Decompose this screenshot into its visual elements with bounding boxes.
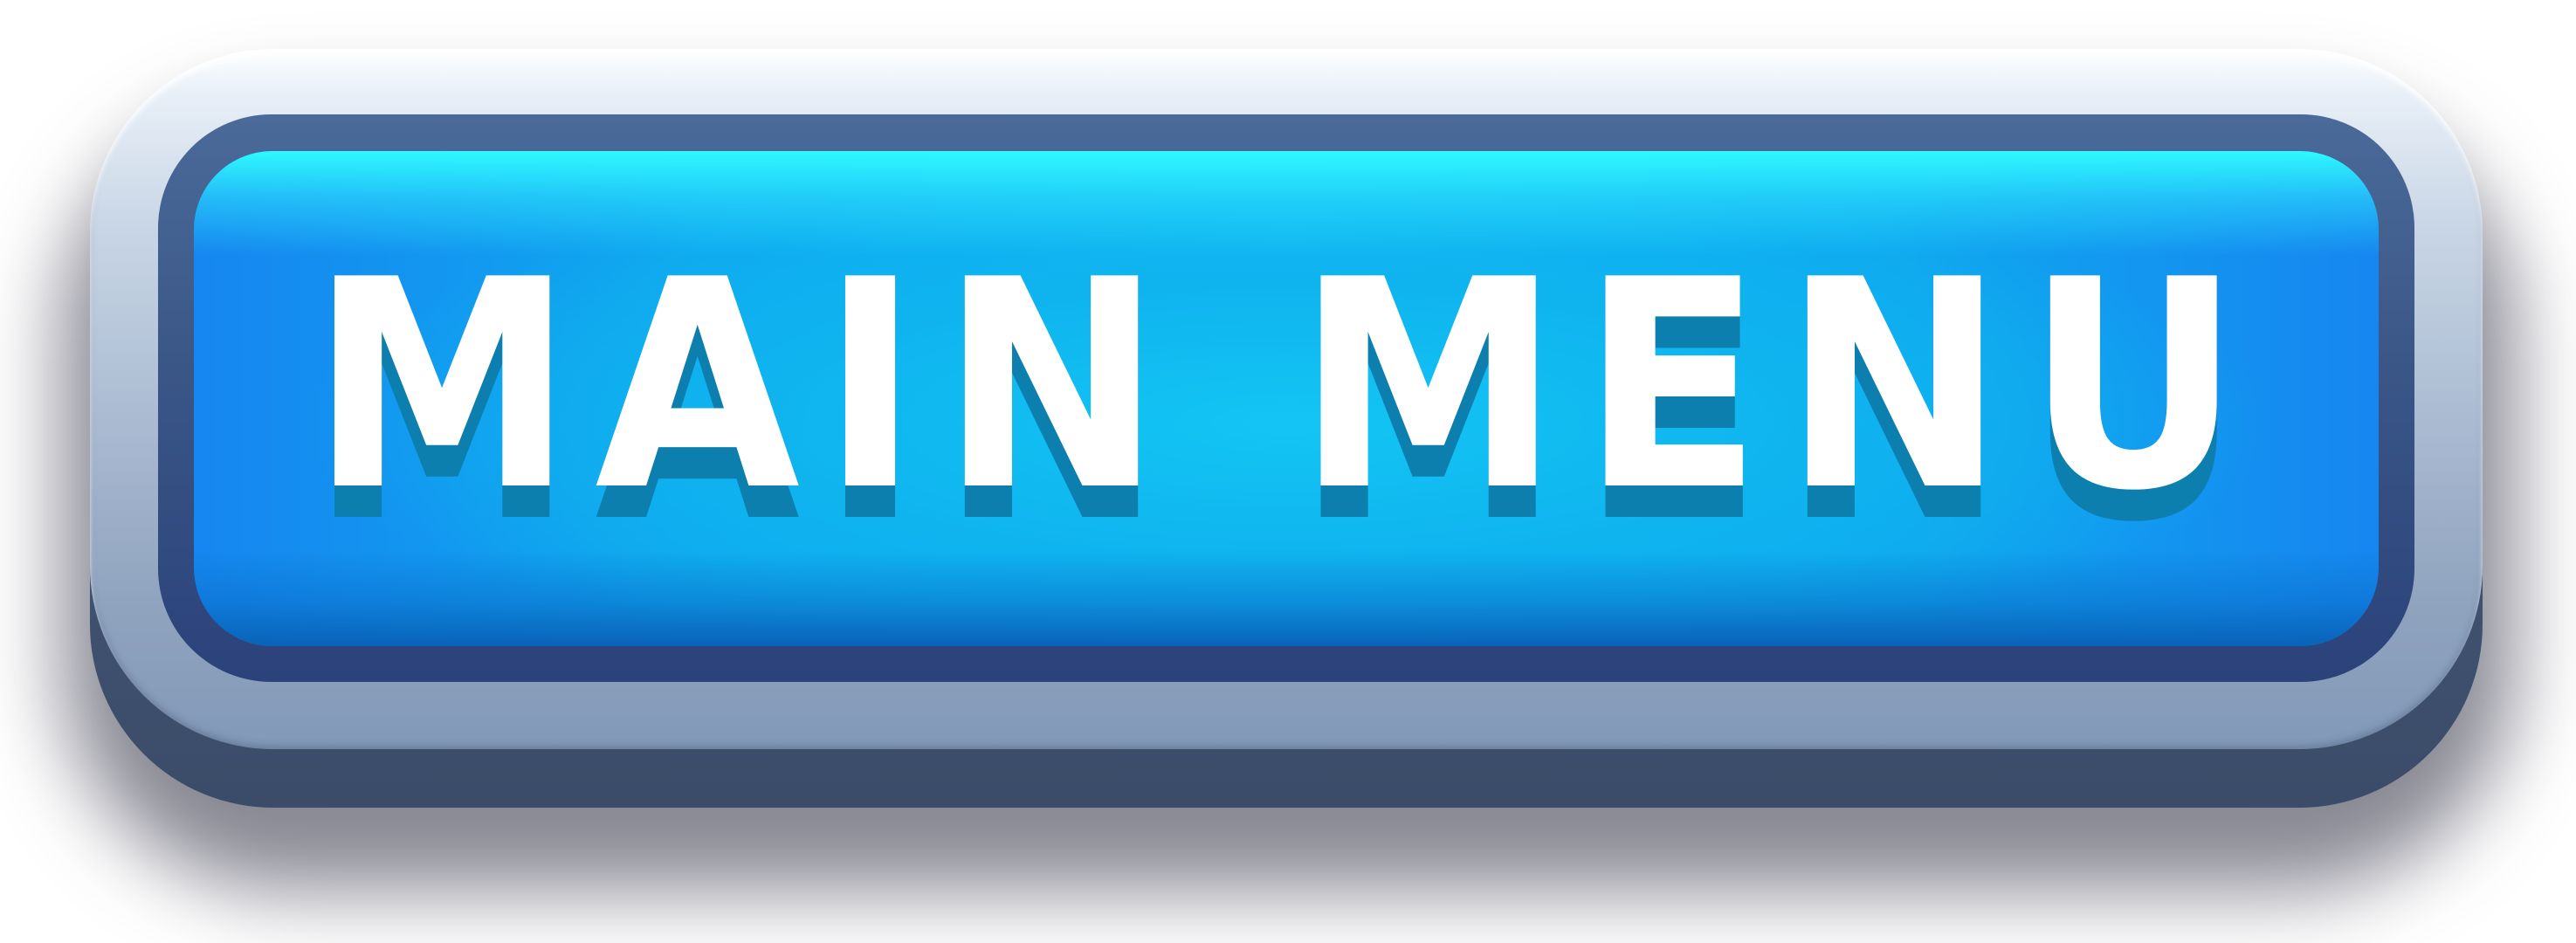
- stage: MAIN MENU: [0, 0, 2576, 943]
- button-label-container[interactable]: MAIN MENU: [194, 151, 2379, 646]
- main-menu-label: MAIN MENU: [310, 217, 2263, 554]
